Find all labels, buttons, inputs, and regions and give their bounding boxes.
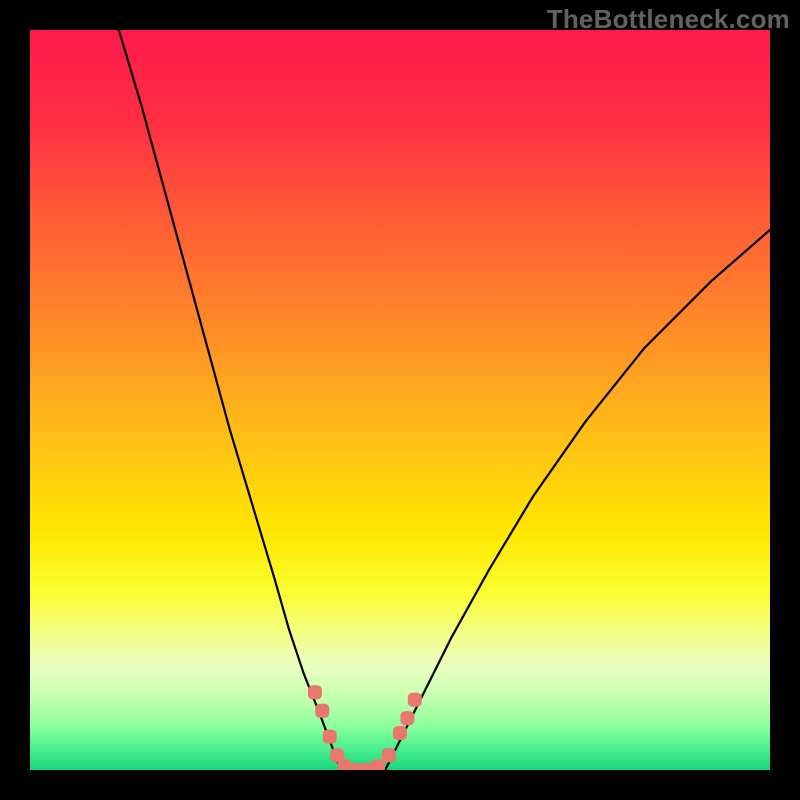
marker-point [315,704,329,718]
watermark-text: TheBottleneck.com [547,4,790,35]
marker-point [308,685,322,699]
marker-point [371,759,385,770]
plot-area [30,30,770,770]
marker-point [393,726,407,740]
marker-point [408,693,422,707]
marker-point [400,711,414,725]
marker-point [323,730,337,744]
marker-point [382,748,396,762]
bottleneck-chart [30,30,770,770]
gradient-background [30,30,770,770]
chart-frame: TheBottleneck.com [0,0,800,800]
